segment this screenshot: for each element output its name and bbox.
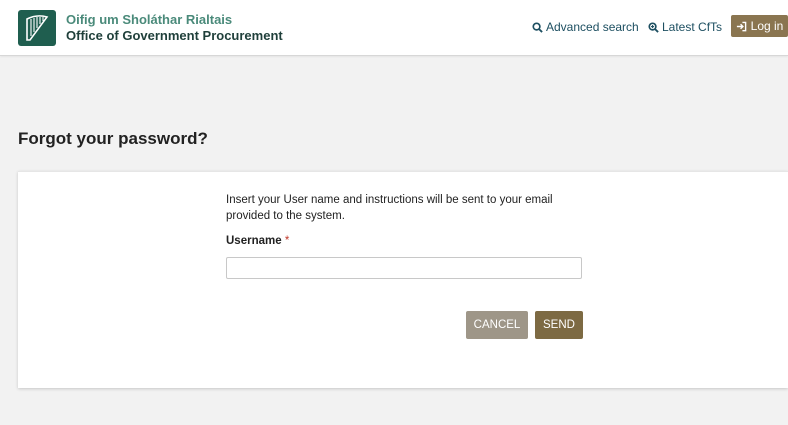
forgot-password-form: Insert your User name and instructions w…: [18, 171, 788, 388]
page-title: Forgot your password?: [18, 129, 208, 148]
site-header: Oifig um Sholáthar Rialtais Office of Go…: [0, 0, 788, 56]
advanced-search-link[interactable]: Advanced search: [532, 18, 639, 36]
login-button[interactable]: Log in: [731, 15, 788, 37]
search-plus-icon: [648, 21, 659, 33]
login-label: Log in: [750, 19, 784, 33]
sign-in-icon: [736, 21, 746, 31]
advanced-search-label: Advanced search: [546, 20, 639, 34]
username-label: Username *: [226, 235, 289, 247]
harp-logo-icon[interactable]: [18, 10, 56, 46]
latest-cfts-label: Latest CfTs: [662, 20, 723, 34]
search-icon: [532, 21, 543, 33]
latest-cfts-link[interactable]: Latest CfTs: [648, 18, 722, 36]
username-label-text: Username: [226, 235, 282, 247]
cancel-button[interactable]: CANCEL: [466, 311, 528, 339]
username-input[interactable]: [226, 257, 582, 279]
required-marker: *: [284, 235, 290, 247]
instructions-text: Insert your User name and instructions w…: [226, 194, 553, 222]
org-name-irish[interactable]: Oifig um Sholáthar Rialtais: [66, 12, 232, 27]
org-name-english[interactable]: Office of Government Procurement: [66, 28, 283, 43]
send-button[interactable]: SEND: [535, 311, 583, 339]
